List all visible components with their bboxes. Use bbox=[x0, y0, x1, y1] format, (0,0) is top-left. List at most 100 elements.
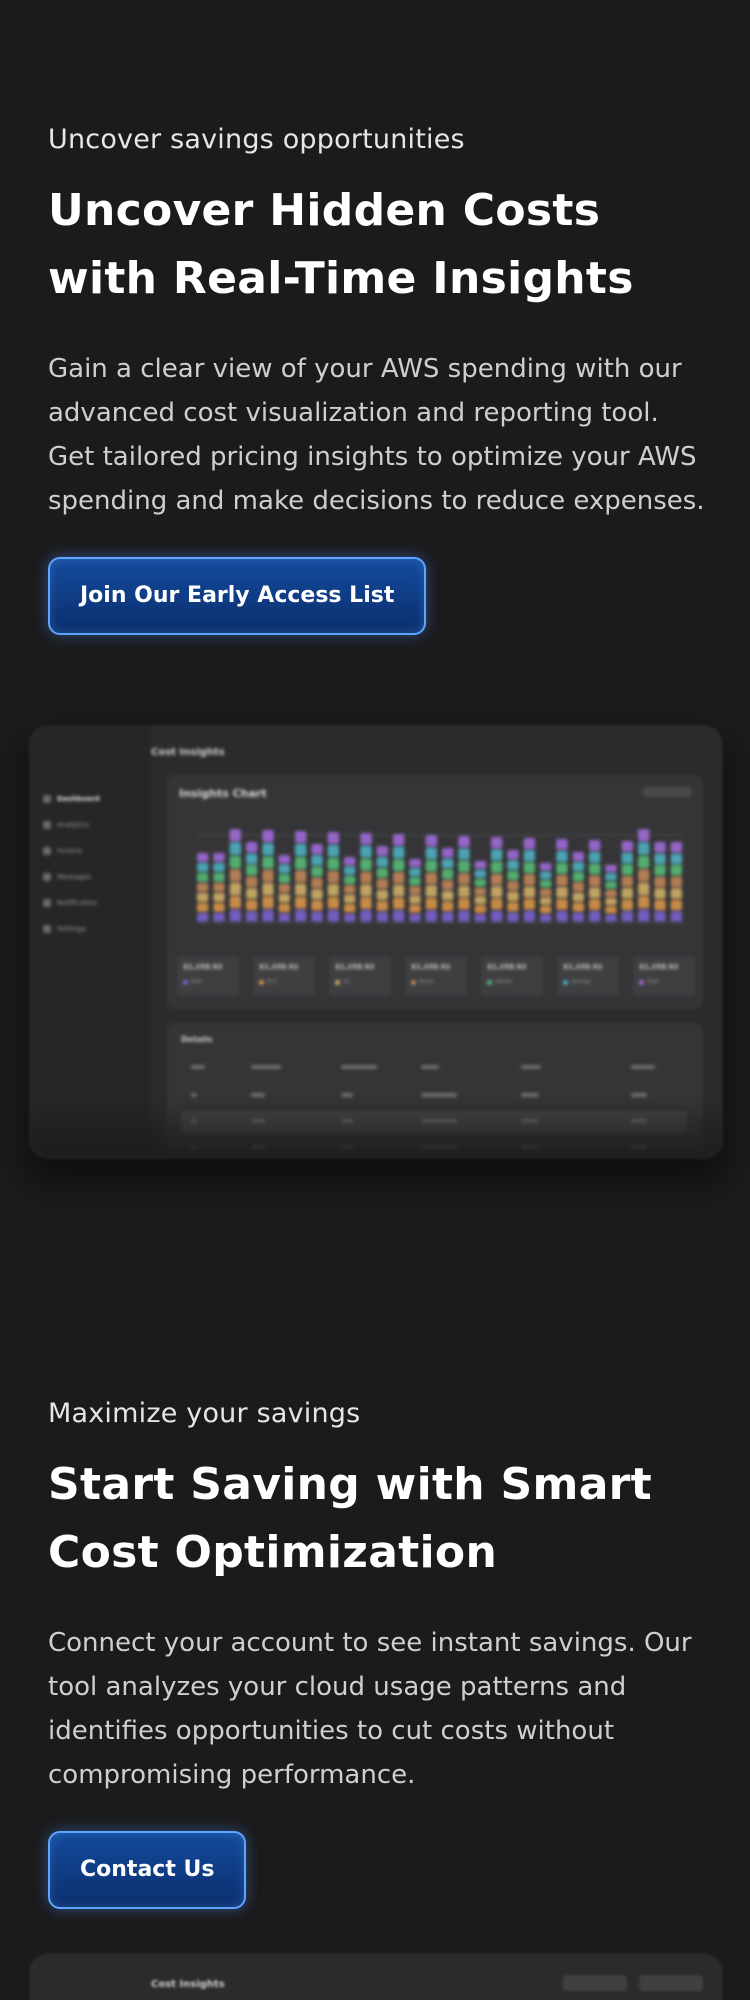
preview-bar-segment bbox=[229, 855, 241, 869]
preview-bar-segment bbox=[540, 897, 552, 905]
preview-bar-segment bbox=[540, 871, 552, 879]
preview-stat-value: $1,258.92 bbox=[335, 963, 375, 971]
preview-bar-segment bbox=[621, 852, 633, 864]
preview-bar-segment bbox=[507, 881, 519, 891]
preview-bar-segment bbox=[605, 865, 617, 873]
preview-bar-segment bbox=[311, 889, 323, 900]
preview-bar-segment bbox=[295, 896, 307, 909]
preview-bar-segment bbox=[409, 886, 421, 895]
cost-insights-preview-image: Cost Insights bbox=[30, 1954, 722, 2000]
preview-bar-segment bbox=[197, 853, 209, 862]
savings-headline: Start Saving with Smart Cost Optimizatio… bbox=[48, 1459, 653, 1578]
preview-stat-card: $1,258.92 RDS bbox=[177, 957, 239, 995]
preview-bar-segment bbox=[523, 898, 535, 910]
preview-bar-segment bbox=[572, 872, 584, 882]
preview-details-card: Details bbox=[167, 1023, 703, 1157]
bell-icon bbox=[43, 899, 51, 907]
preview-bar-segment bbox=[344, 894, 356, 903]
preview-nav-label: Notification bbox=[57, 899, 98, 907]
preview-bar-segment bbox=[262, 909, 274, 922]
preview-bar-segment bbox=[360, 910, 372, 922]
preview-nav-label: Invoice bbox=[57, 847, 83, 855]
preview-bar-segment bbox=[376, 879, 388, 889]
preview-bar-segment bbox=[670, 876, 682, 888]
preview-bar-segment bbox=[425, 910, 437, 922]
preview-bar-segment bbox=[409, 859, 421, 867]
preview-bar-segment bbox=[442, 869, 454, 879]
preview-bar-segment bbox=[262, 843, 274, 856]
legend-dot-icon bbox=[335, 979, 340, 985]
preview-bar-segment bbox=[246, 899, 258, 911]
preview-bar-segment bbox=[425, 872, 437, 885]
preview-bar-segment bbox=[589, 863, 601, 875]
preview-bar-segment bbox=[409, 904, 421, 913]
preview-bar-segment bbox=[523, 874, 535, 886]
join-early-access-button[interactable]: Join Our Early Access List bbox=[48, 557, 427, 635]
preview-stat-label-text: EC2 bbox=[267, 979, 277, 985]
preview-date-filter bbox=[643, 787, 691, 797]
preview-bar-segment bbox=[442, 901, 454, 912]
preview-bar-segment bbox=[507, 902, 519, 912]
preview-bar-segment bbox=[295, 909, 307, 922]
preview-bar-segment bbox=[246, 842, 258, 853]
preview-bar-segment bbox=[229, 882, 241, 895]
preview-bar-segment bbox=[278, 874, 290, 883]
preview-bar-segment bbox=[376, 857, 388, 867]
preview-bar-segment bbox=[523, 850, 535, 862]
preview-bar-segment bbox=[425, 885, 437, 897]
preview-bar-segment bbox=[589, 875, 601, 887]
hero-section: Uncover savings opportunities Uncover Hi… bbox=[48, 124, 708, 635]
preview-bar-segment bbox=[278, 903, 290, 913]
preview-bar-segment bbox=[425, 835, 437, 847]
preview-bar-segment bbox=[621, 911, 633, 922]
gear-icon bbox=[43, 925, 51, 933]
preview-bar-segment bbox=[229, 896, 241, 909]
preview-bar-segment bbox=[638, 896, 650, 909]
preview-bar-segment bbox=[589, 911, 601, 922]
preview-bar-segment bbox=[654, 911, 666, 922]
preview-bar-segment bbox=[213, 883, 225, 892]
preview-bar-segment bbox=[425, 860, 437, 872]
preview-bar-segment bbox=[507, 891, 519, 901]
preview-bar-segment bbox=[556, 863, 568, 874]
preview-bar-segment bbox=[344, 866, 356, 875]
savings-body: Connect your account to see instant savi… bbox=[48, 1628, 692, 1790]
analytics-icon bbox=[43, 821, 51, 829]
preview-bar-segment bbox=[638, 869, 650, 882]
preview-bar-segment bbox=[213, 893, 225, 902]
preview-bar-segment bbox=[572, 852, 584, 861]
preview-bar-segment bbox=[458, 885, 470, 897]
contact-us-button[interactable]: Contact Us bbox=[48, 1831, 247, 1909]
preview-nav-analytics: Analytics bbox=[43, 821, 89, 829]
preview-bar-segment bbox=[278, 864, 290, 874]
preview-bar-segment bbox=[376, 846, 388, 856]
preview-bar-segment bbox=[393, 834, 405, 846]
preview-bar-segment bbox=[393, 859, 405, 871]
preview-bar-segment bbox=[311, 877, 323, 888]
preview2-date-picker bbox=[639, 1975, 703, 1991]
preview-stat-label: Others bbox=[487, 979, 512, 985]
preview-bar-segment bbox=[360, 884, 372, 897]
preview-bar-segment bbox=[507, 870, 519, 881]
preview-bar-segment bbox=[197, 883, 209, 892]
preview-bar-segment bbox=[278, 893, 290, 903]
preview-bar-segment bbox=[311, 866, 323, 877]
preview-bar-segment bbox=[572, 892, 584, 902]
preview-nav-dashboard: Dashboard bbox=[43, 795, 100, 803]
preview-bar-segment bbox=[670, 853, 682, 864]
preview-bar-segment bbox=[654, 853, 666, 864]
preview-stat-label: Route bbox=[411, 979, 434, 985]
preview-bar-segment bbox=[523, 862, 535, 874]
legend-dot-icon bbox=[639, 979, 644, 985]
preview-nav-label: Settings bbox=[57, 925, 86, 933]
preview-bar-segment bbox=[278, 855, 290, 864]
preview-chart-title: Insights Chart bbox=[179, 787, 267, 800]
preview-bar-segment bbox=[670, 911, 682, 922]
preview-bar-segment bbox=[491, 910, 503, 922]
preview-nav-messages: Messages bbox=[43, 873, 91, 881]
preview-bar-segment bbox=[556, 899, 568, 910]
preview-bar-segment bbox=[523, 838, 535, 849]
preview-bar-segment bbox=[197, 873, 209, 882]
preview-bar-segment bbox=[344, 913, 356, 922]
table-header bbox=[181, 1057, 687, 1079]
